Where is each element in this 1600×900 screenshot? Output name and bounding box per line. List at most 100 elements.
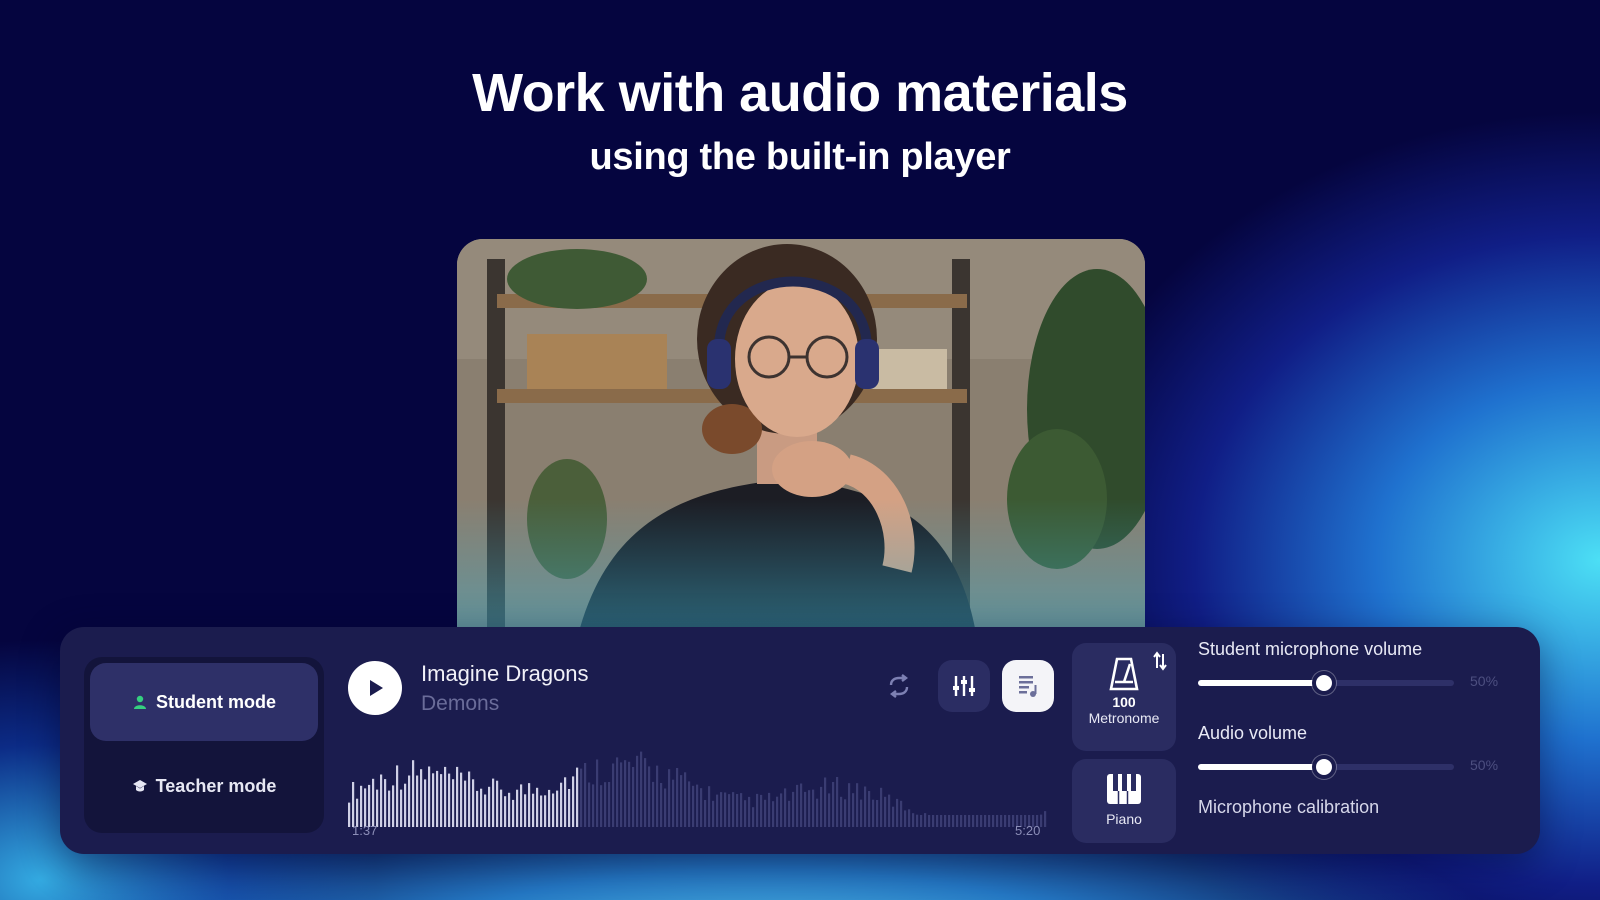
lyrics-button[interactable] bbox=[1002, 660, 1054, 712]
waveform-bar bbox=[676, 768, 679, 827]
waveform-bar bbox=[872, 799, 875, 827]
audio-volume-knob[interactable] bbox=[1312, 755, 1336, 779]
waveform-bar bbox=[660, 783, 663, 827]
mic-volume-slider[interactable] bbox=[1198, 671, 1454, 695]
waveform-bar bbox=[468, 771, 471, 827]
play-button[interactable] bbox=[348, 661, 402, 715]
equalizer-button[interactable] bbox=[938, 660, 990, 712]
waveform[interactable] bbox=[348, 735, 1048, 835]
waveform-bar bbox=[832, 782, 835, 827]
waveform-bar bbox=[816, 798, 819, 827]
waveform-bar bbox=[944, 815, 947, 827]
waveform-bar bbox=[520, 784, 523, 827]
metronome-bpm: 100 bbox=[1112, 694, 1136, 710]
waveform-bar bbox=[800, 783, 803, 827]
waveform-bar bbox=[844, 799, 847, 827]
lyrics-icon bbox=[1019, 676, 1037, 697]
waveform-bar bbox=[684, 772, 687, 827]
waveform-bar bbox=[968, 815, 971, 827]
waveform-bar bbox=[496, 780, 499, 827]
waveform-bar bbox=[500, 789, 503, 827]
play-icon bbox=[370, 680, 383, 696]
time-total: 5:20 bbox=[1015, 823, 1041, 838]
waveform-bar bbox=[600, 785, 603, 827]
waveform-bar bbox=[972, 815, 975, 827]
waveform-bar bbox=[664, 788, 667, 827]
student-mode-button[interactable]: Student mode bbox=[90, 663, 318, 741]
time-current: 1:37 bbox=[352, 823, 378, 838]
waveform-bar bbox=[440, 774, 443, 827]
waveform-bar bbox=[384, 779, 387, 827]
microphone-calibration-link[interactable]: Microphone calibration bbox=[1198, 797, 1379, 818]
waveform-bar bbox=[984, 815, 987, 827]
waveform-bar bbox=[904, 810, 907, 827]
hero-title: Work with audio materials bbox=[472, 63, 1128, 123]
waveform-bar bbox=[592, 784, 595, 827]
teacher-icon bbox=[132, 780, 147, 792]
waveform-bar bbox=[512, 799, 515, 827]
waveform-bar bbox=[640, 751, 643, 827]
waveform-bar bbox=[708, 786, 711, 827]
waveform-bar bbox=[648, 766, 651, 827]
piano-label: Piano bbox=[1106, 811, 1142, 827]
waveform-bar bbox=[912, 813, 915, 827]
waveform-bar bbox=[928, 815, 931, 827]
waveform-bar bbox=[852, 793, 855, 827]
waveform-bar bbox=[432, 773, 435, 827]
waveform-bar bbox=[712, 800, 715, 827]
waveform-bar bbox=[536, 787, 539, 827]
waveform-bar bbox=[372, 778, 375, 827]
metronome-icon bbox=[1109, 657, 1139, 691]
waveform-bar bbox=[544, 795, 547, 827]
piano-button[interactable]: Piano bbox=[1072, 759, 1176, 843]
waveform-bar bbox=[364, 788, 367, 827]
waveform-bar bbox=[548, 789, 551, 827]
waveform-bar bbox=[716, 794, 719, 827]
waveform-bar bbox=[836, 777, 839, 827]
waveform-bar bbox=[392, 785, 395, 827]
mode-switcher: Student mode Teacher mode bbox=[84, 657, 324, 833]
waveform-bar bbox=[460, 772, 463, 827]
waveform-bar bbox=[424, 779, 427, 827]
waveform-bar bbox=[1044, 811, 1047, 827]
swap-icon[interactable] bbox=[1152, 651, 1168, 671]
waveform-bar bbox=[700, 788, 703, 827]
student-mode-label: Student mode bbox=[156, 691, 276, 712]
audio-volume-slider[interactable] bbox=[1198, 755, 1454, 779]
waveform-bar bbox=[848, 783, 851, 827]
waveform-bar bbox=[564, 777, 567, 827]
repeat-icon bbox=[889, 674, 909, 698]
repeat-button[interactable] bbox=[873, 660, 925, 712]
waveform-bar bbox=[568, 789, 571, 827]
waveform-bar bbox=[764, 799, 767, 827]
waveform-bar bbox=[632, 767, 635, 827]
waveform-bar bbox=[868, 791, 871, 827]
mic-volume-knob[interactable] bbox=[1312, 671, 1336, 695]
waveform-bar bbox=[620, 762, 623, 827]
waveform-bar bbox=[1000, 815, 1003, 827]
waveform-bar bbox=[480, 788, 483, 827]
waveform-bar bbox=[636, 755, 639, 827]
waveform-bar bbox=[360, 785, 363, 827]
equalizer-icon bbox=[953, 676, 975, 696]
waveform-bar bbox=[1004, 815, 1007, 827]
waveform-bar bbox=[720, 792, 723, 827]
metronome-button[interactable]: 100 Metronome bbox=[1072, 643, 1176, 751]
waveform-bar bbox=[896, 798, 899, 827]
waveform-bar bbox=[728, 794, 731, 827]
waveform-bar bbox=[920, 815, 923, 827]
waveform-bar bbox=[976, 815, 979, 827]
waveform-bar bbox=[436, 770, 439, 827]
waveform-bar bbox=[652, 781, 655, 827]
waveform-bar bbox=[472, 779, 475, 827]
waveform-bar bbox=[528, 783, 531, 827]
waveform-bar bbox=[588, 782, 591, 827]
waveform-bar bbox=[808, 790, 811, 827]
waveform-bar bbox=[420, 769, 423, 827]
waveform-bar bbox=[980, 815, 983, 827]
waveform-bar bbox=[840, 796, 843, 827]
teacher-mode-button[interactable]: Teacher mode bbox=[90, 747, 318, 825]
waveform-bar bbox=[908, 809, 911, 827]
waveform-bar bbox=[772, 801, 775, 827]
video-fade-overlay bbox=[457, 499, 1145, 639]
